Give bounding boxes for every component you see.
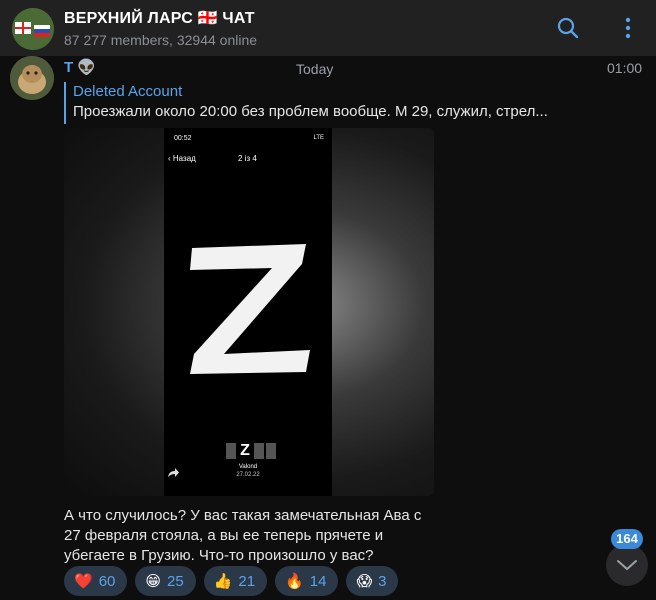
phone-status-network: LTE bbox=[313, 135, 324, 141]
chat-avatar[interactable] bbox=[12, 8, 54, 50]
thumbnail bbox=[266, 443, 276, 459]
heart-icon: ❤️ bbox=[74, 573, 93, 590]
reaction-count: 3 bbox=[378, 572, 387, 590]
message-caption: А что случилось? У вас такая замечательн… bbox=[64, 507, 422, 564]
reaction-thumbs-up[interactable]: 👍 21 bbox=[203, 566, 268, 596]
reaction-count: 21 bbox=[238, 572, 256, 590]
flags-icon bbox=[12, 8, 54, 50]
sender-name[interactable]: T 👽 bbox=[64, 58, 96, 76]
chat-header: ВЕРХНИЙ ЛАРС 🇬🇪 ЧАТ 87 277 members, 3294… bbox=[0, 0, 656, 56]
chevron-down-icon bbox=[617, 560, 637, 571]
fire-icon: 🔥 bbox=[285, 573, 304, 590]
reactions-bar: ❤️ 60 😁 25 👍 21 🔥 14 😱 3 bbox=[64, 566, 399, 596]
chat-subtitle: 87 277 members, 32944 online bbox=[64, 32, 258, 48]
phone-back-label: ‹ Назад bbox=[168, 154, 196, 163]
unread-badge: 164 bbox=[611, 529, 643, 549]
phone-date: 27.02.22 bbox=[236, 472, 260, 478]
phone-counter: 2 із 4 bbox=[238, 154, 257, 163]
media-photo[interactable]: 00:52 LTE ‹ Назад 2 із 4 Z Valond 27.02.… bbox=[64, 128, 434, 496]
reaction-grin[interactable]: 😁 25 bbox=[135, 566, 196, 596]
sender-avatar[interactable] bbox=[10, 56, 54, 100]
reply-preview[interactable]: Deleted Account Проезжали около 20:00 бе… bbox=[64, 82, 548, 124]
search-icon bbox=[557, 17, 579, 39]
reaction-count: 60 bbox=[98, 572, 116, 590]
phone-status-time: 00:52 bbox=[174, 135, 192, 142]
dog-avatar-icon bbox=[10, 56, 54, 100]
phone-name: Valond bbox=[238, 464, 258, 470]
reply-author: Deleted Account bbox=[73, 83, 183, 100]
thumbnail bbox=[226, 443, 236, 459]
reply-text: Проезжали около 20:00 без проблем вообще… bbox=[73, 103, 548, 120]
phone-thumbnails: Z bbox=[226, 442, 276, 460]
reaction-count: 25 bbox=[167, 572, 184, 590]
reaction-fire[interactable]: 🔥 14 bbox=[275, 566, 339, 596]
phone-screenshot: 00:52 LTE ‹ Назад 2 із 4 Z Valond 27.02.… bbox=[164, 128, 332, 496]
chat-title[interactable]: ВЕРХНИЙ ЛАРС 🇬🇪 ЧАТ bbox=[64, 8, 257, 28]
search-button[interactable] bbox=[552, 12, 584, 44]
share-icon bbox=[168, 468, 179, 477]
grin-icon: 😁 bbox=[145, 573, 162, 590]
more-button[interactable] bbox=[612, 12, 644, 44]
more-vertical-icon bbox=[625, 17, 631, 39]
thumbnail bbox=[254, 443, 264, 459]
thumbnail-z: Z bbox=[240, 442, 250, 459]
reaction-count: 14 bbox=[309, 572, 327, 590]
scroll-down-button[interactable] bbox=[606, 544, 648, 586]
scream-icon: 😱 bbox=[356, 573, 373, 590]
reaction-heart[interactable]: ❤️ 60 bbox=[64, 566, 128, 596]
z-symbol-image bbox=[190, 244, 310, 374]
message-time: 01:00 bbox=[607, 60, 643, 76]
reaction-scream[interactable]: 😱 3 bbox=[346, 566, 399, 596]
date-separator: Today bbox=[296, 61, 334, 77]
thumbs-up-icon: 👍 bbox=[213, 573, 233, 590]
